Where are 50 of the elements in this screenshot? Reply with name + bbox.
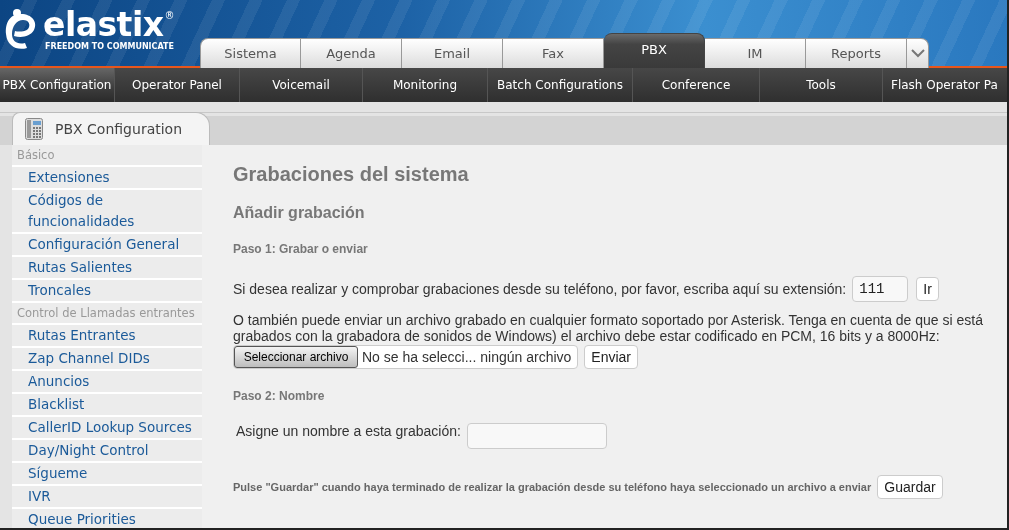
- desk-phone-icon: [25, 118, 43, 140]
- extension-prompt: Si desea realizar y comprobar grabaciones desde su teléfono, por favor, escriba aquí su extensión:: [233, 281, 847, 297]
- upload-instructions: O también puede enviar un archivo grabado en cualquier formato soportado por Asterisk. Tenga en cuenta de que si está: [233, 312, 984, 328]
- sidebar-link[interactable]: Anuncios: [12, 371, 202, 392]
- sidebar-link[interactable]: Queue Priorities: [12, 509, 202, 528]
- chevron-down-icon: [910, 49, 925, 58]
- sidebar-link[interactable]: Rutas Entrantes: [12, 325, 202, 346]
- extension-field[interactable]: 111: [852, 276, 909, 302]
- go-button[interactable]: Ir: [916, 277, 939, 301]
- logo-tagline: FREEDOM TO COMMUNICATE: [45, 42, 175, 51]
- module-tab[interactable]: Fax: [503, 38, 604, 68]
- step-heading: Paso 1: Grabar o enviar: [233, 242, 369, 256]
- file-input[interactable]: Seleccionar archivo No se ha selecci... ningún archivo: [233, 345, 579, 369]
- module-tab[interactable]: Reports: [806, 38, 907, 68]
- menu-item[interactable]: Flash Operator Pa: [883, 68, 1007, 102]
- module-tab[interactable]: PBX: [604, 33, 705, 68]
- panel-tab[interactable]: PBX Configuration: [12, 112, 210, 145]
- sidebar-link[interactable]: IVR: [12, 486, 202, 507]
- section-title: Añadir grabación: [233, 204, 366, 222]
- module-tab[interactable]: Agenda: [301, 38, 402, 68]
- sidebar-link[interactable]: Códigos de funcionalidades: [12, 190, 202, 232]
- sidebar-link[interactable]: Troncales: [12, 280, 202, 301]
- more-tabs-button[interactable]: [907, 38, 929, 68]
- module-tab[interactable]: IM: [705, 38, 806, 68]
- module-tab[interactable]: Sistema: [200, 38, 301, 68]
- registered-mark: ®: [164, 10, 175, 21]
- logo-text: elastix: [43, 8, 164, 42]
- sidebar-link[interactable]: Rutas Salientes: [12, 257, 202, 278]
- sidebar-link[interactable]: Day/Night Control: [12, 440, 202, 461]
- panel-tab-label: PBX Configuration: [55, 121, 183, 137]
- section-heading: Control de Llamadas entrantes: [12, 303, 202, 323]
- send-button[interactable]: Enviar: [584, 345, 639, 369]
- module-tab[interactable]: Email: [402, 38, 503, 68]
- sidebar-link[interactable]: Blacklist: [12, 394, 202, 415]
- choose-file-button[interactable]: Seleccionar archivo: [234, 346, 358, 368]
- section-heading: Básico: [12, 145, 202, 165]
- recording-name-field[interactable]: [466, 423, 607, 449]
- sidebar-link[interactable]: Zap Channel DIDs: [12, 348, 202, 369]
- name-label: Asigne un nombre a esta grabación:: [236, 423, 461, 439]
- sidebar-link[interactable]: Extensiones: [12, 167, 202, 188]
- upload-instructions: grabados con la grabadora de sonidos de Windows) el archivo debe estar codificado en PCM, 16 bits y a 8000Hz:: [233, 328, 941, 344]
- menu-item[interactable]: PBX Configuration: [0, 68, 115, 102]
- sidebar-link[interactable]: Configuración General: [12, 234, 202, 255]
- save-instructions: Pulse "Guardar" cuando haya terminado de realizar la grabación desde su teléfono haya seleccionado un archivo a enviar: [233, 481, 872, 493]
- save-button[interactable]: Guardar: [877, 475, 943, 499]
- step-heading: Paso 2: Nombre: [233, 389, 326, 403]
- sidebar-link[interactable]: Sígueme: [12, 463, 202, 484]
- sidebar-link[interactable]: CallerID Lookup Sources: [12, 417, 202, 438]
- file-status: No se ha selecci... ningún archivo: [362, 349, 572, 365]
- page-title: Grabaciones del sistema: [233, 163, 470, 186]
